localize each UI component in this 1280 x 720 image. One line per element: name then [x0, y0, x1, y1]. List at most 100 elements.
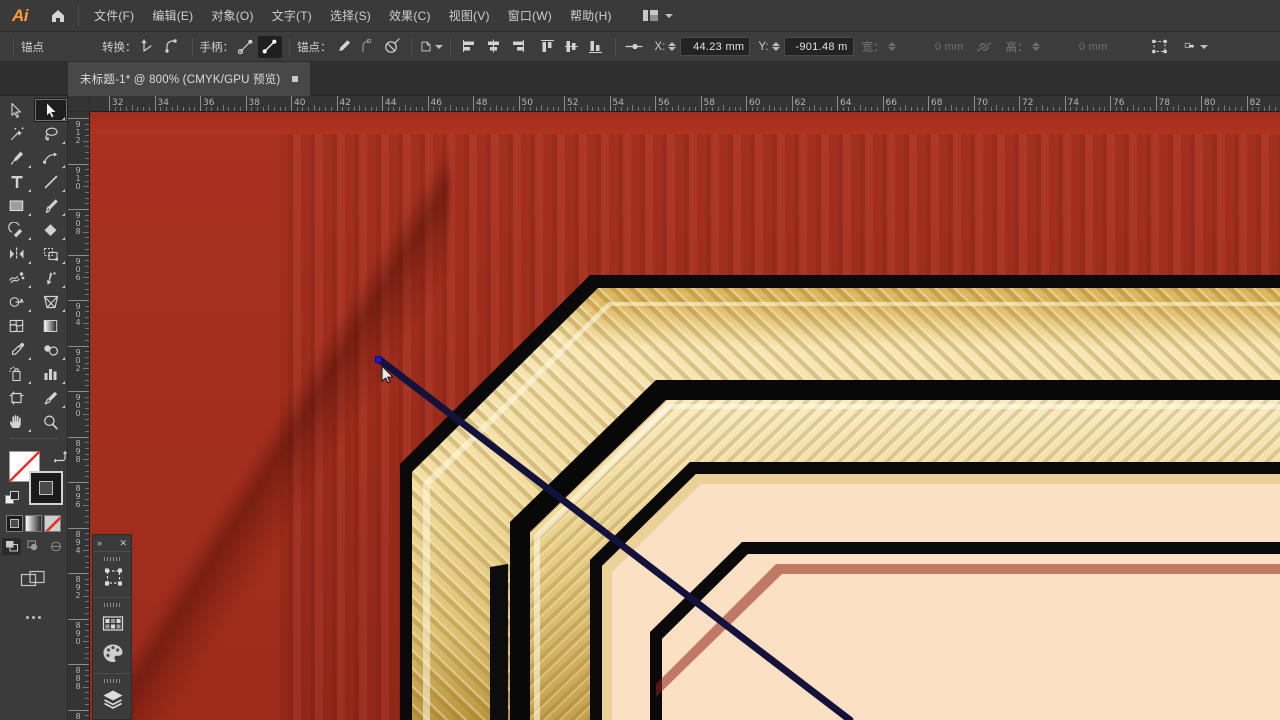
dock-grip-2[interactable] [93, 601, 131, 608]
direct-selection-tool[interactable] [33, 98, 68, 122]
align-right-button[interactable] [506, 36, 530, 58]
workspace-switcher[interactable] [642, 10, 673, 21]
slice-tool[interactable] [34, 386, 68, 410]
canvas-area[interactable] [90, 112, 1280, 720]
draw-inside[interactable] [46, 538, 65, 555]
lasso-tool[interactable] [34, 122, 68, 146]
ruler-corner[interactable] [68, 96, 90, 112]
convert-to-corner-button[interactable] [137, 36, 161, 58]
ruler-tick-minor [114, 107, 116, 111]
home-icon[interactable] [40, 0, 76, 32]
hand-tool[interactable] [0, 410, 34, 434]
tool-flyout-indicator [27, 261, 31, 264]
more-tools-icon[interactable] [26, 616, 41, 619]
eyedropper-tool[interactable] [0, 338, 34, 362]
magic-wand-tool[interactable] [0, 122, 34, 146]
align-top-button[interactable] [536, 36, 560, 58]
free-transform-tool[interactable] [34, 266, 68, 290]
ruler-tick-minor [717, 107, 719, 111]
color-mode-none[interactable] [44, 515, 61, 532]
isolate-object-button[interactable] [419, 36, 443, 58]
anchor-point[interactable] [375, 356, 382, 363]
transform-icon[interactable] [1148, 36, 1172, 58]
cut-path-button[interactable] [380, 36, 404, 58]
curvature-tool[interactable] [34, 146, 68, 170]
document-tab[interactable]: 未标题-1* @ 800% (CMYK/GPU 预览) [68, 62, 312, 96]
y-input[interactable]: -901.48 m [783, 37, 854, 56]
perspective-grid-tool[interactable] [34, 290, 68, 314]
align-center-vertical-button[interactable] [560, 36, 584, 58]
anchor-position-icon [623, 36, 647, 58]
rotate-tool[interactable] [0, 242, 34, 266]
ruler-tick-minor [728, 107, 730, 111]
menu-item-help[interactable]: 帮助(H) [561, 2, 621, 29]
ruler-tick-minor [592, 107, 594, 111]
isolate-icon[interactable] [1184, 36, 1208, 58]
screen-mode-icon[interactable] [20, 569, 48, 596]
mesh-tool[interactable] [0, 314, 34, 338]
stroke-color[interactable] [28, 471, 63, 505]
shape-builder-tool[interactable] [0, 290, 34, 314]
type-tool[interactable] [0, 170, 34, 194]
expand-panels-icon[interactable]: » [97, 538, 102, 548]
menu-item-select[interactable]: 选择(S) [321, 2, 380, 29]
dock-grip-3[interactable] [93, 677, 131, 684]
selection-tool[interactable] [0, 98, 34, 122]
menu-item-type[interactable]: 文字(T) [263, 2, 321, 29]
swatches-panel-icon[interactable] [93, 608, 133, 638]
transform-panel-icon[interactable] [93, 562, 133, 592]
remove-anchor-button[interactable] [332, 36, 356, 58]
dock-grip[interactable] [93, 555, 131, 562]
draw-normal[interactable] [2, 538, 21, 555]
connect-anchor-button[interactable] [356, 36, 380, 58]
menu-item-window[interactable]: 窗口(W) [499, 2, 561, 29]
show-handles-button[interactable] [234, 36, 258, 58]
swap-fill-stroke-icon[interactable] [52, 449, 68, 468]
eraser-tool[interactable] [34, 218, 68, 242]
width-tool[interactable] [0, 266, 34, 290]
scale-tool[interactable] [34, 242, 68, 266]
close-icon[interactable] [289, 74, 300, 85]
menu-item-edit[interactable]: 编辑(E) [143, 2, 202, 29]
align-center-horizontal-button[interactable] [482, 36, 506, 58]
x-stepper[interactable] [668, 42, 677, 51]
close-icon[interactable]: ✕ [119, 538, 127, 548]
line-segment-tool[interactable] [34, 170, 68, 194]
convert-to-smooth-button[interactable] [161, 36, 185, 58]
default-fill-stroke-icon[interactable] [4, 490, 21, 511]
paintbrush-tool[interactable] [34, 194, 68, 218]
menu-item-file[interactable]: 文件(F) [85, 2, 143, 29]
rectangle-tool[interactable] [0, 194, 34, 218]
horizontal-ruler[interactable]: 32 34 36 38 40 42 44 46 48 50 52 54 56 58 60 62 64 66 68 70… [90, 96, 1280, 112]
shaper-tool[interactable] [0, 218, 34, 242]
color-mode-solid[interactable] [6, 515, 23, 532]
layers-panel-icon[interactable] [93, 684, 133, 714]
ruler-tick [1246, 96, 1248, 111]
ruler-tick-minor [1036, 107, 1038, 111]
artboard-tool[interactable] [0, 386, 34, 410]
column-graph-tool[interactable] [34, 362, 68, 386]
draw-behind[interactable] [24, 538, 43, 555]
align-bottom-button[interactable] [584, 36, 608, 58]
hide-handles-button[interactable] [258, 35, 282, 58]
menu-item-object[interactable]: 对象(O) [202, 2, 262, 29]
menu-item-effect[interactable]: 效果(C) [380, 2, 440, 29]
menu-divider [78, 5, 79, 26]
align-left-button[interactable] [458, 36, 482, 58]
y-stepper[interactable] [771, 42, 780, 51]
ruler-tick-minor [85, 237, 89, 239]
color-mode-gradient[interactable] [25, 515, 42, 532]
ruler-tick-minor [177, 105, 179, 111]
ruler-tick-minor [85, 396, 89, 398]
pen-tool[interactable] [0, 146, 34, 170]
symbol-sprayer-tool[interactable] [0, 362, 34, 386]
zoom-tool[interactable] [34, 410, 68, 434]
vertical-ruler[interactable]: 9129109089069049029008988968948928908888… [68, 112, 90, 720]
ruler-tick [68, 163, 89, 165]
blend-tool[interactable] [34, 338, 68, 362]
x-input[interactable]: 44.23 mm [680, 37, 751, 56]
color-panel-icon[interactable] [93, 638, 133, 668]
ruler-tick-minor [393, 107, 395, 111]
menu-item-view[interactable]: 视图(V) [440, 2, 499, 29]
gradient-tool[interactable] [34, 314, 68, 338]
